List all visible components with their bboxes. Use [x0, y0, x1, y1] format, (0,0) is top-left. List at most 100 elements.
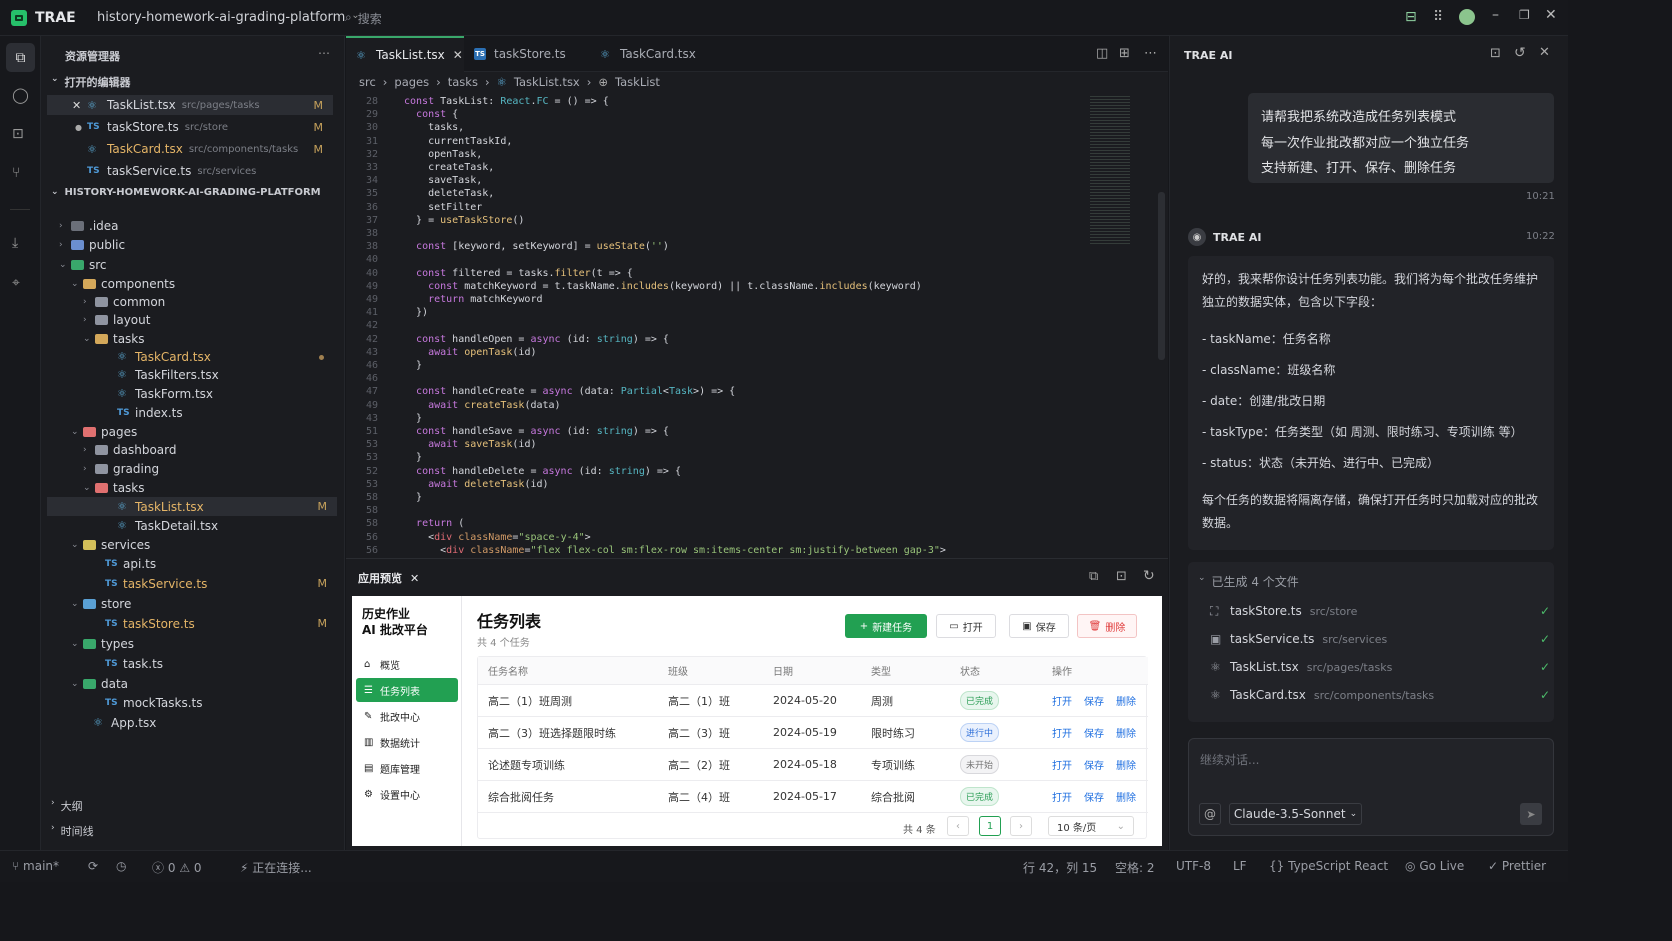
open-button[interactable]: ▭ 打开 — [936, 614, 996, 638]
breadcrumb-item[interactable]: TaskList.tsx — [514, 75, 580, 89]
minimap[interactable] — [1090, 94, 1152, 244]
tab-taskstore[interactable]: TS taskStore.ts — [474, 36, 592, 72]
fullscreen-icon[interactable]: ⊡ — [1116, 569, 1127, 584]
open-editor-item[interactable]: TS taskService.ts src/services — [47, 161, 333, 181]
open-external-icon[interactable]: ⧉ — [1089, 569, 1098, 584]
close-panel-icon[interactable]: ✕ — [1539, 45, 1550, 60]
timeline-section[interactable]: › 时间线 — [51, 823, 94, 839]
explorer-more-icon[interactable]: ⋯ — [318, 46, 330, 60]
app-nav-item[interactable]: ▤ 题库管理 — [356, 756, 458, 780]
file-item[interactable]: ⚛ TaskFilters.tsx — [47, 365, 337, 384]
app-nav-item[interactable]: ✎ 批改中心 — [356, 704, 458, 728]
file-item[interactable]: TS task.ts — [47, 654, 337, 673]
folder-item[interactable]: › .idea — [47, 216, 337, 235]
line-ending[interactable]: LF — [1233, 859, 1247, 873]
row-delete-link[interactable]: 删除 — [1116, 757, 1136, 772]
row-delete-link[interactable]: 删除 — [1116, 693, 1136, 708]
folder-item[interactable]: ⌄ tasks — [47, 329, 337, 348]
row-open-link[interactable]: 打开 — [1052, 725, 1072, 740]
extensions-activity-icon[interactable]: ⊡ — [12, 126, 24, 142]
folder-item[interactable]: ⌄ tasks — [47, 478, 337, 497]
open-editor-item[interactable]: ● TS taskStore.ts src/store M — [47, 117, 333, 137]
download-activity-icon[interactable]: ⤓ — [12, 235, 18, 251]
account-activity-icon[interactable]: ◯ — [12, 86, 29, 104]
close-icon[interactable]: ✕ — [410, 572, 419, 585]
close-icon[interactable]: ✕ — [72, 99, 81, 112]
row-open-link[interactable]: 打开 — [1052, 693, 1072, 708]
mention-button[interactable]: @ — [1199, 803, 1221, 825]
row-open-link[interactable]: 打开 — [1052, 789, 1072, 804]
cursor-position[interactable]: 行 42，列 15 — [1023, 859, 1097, 876]
tab-taskcard[interactable]: ⚛ TaskCard.tsx — [600, 36, 718, 72]
folder-item[interactable]: ⌄ store — [47, 594, 337, 613]
page-size-select[interactable]: 10 条/页 ⌄ — [1048, 816, 1134, 836]
preview-tab[interactable]: 应用预览 ✕ — [352, 567, 425, 589]
explorer-activity-icon[interactable]: ⧉ — [6, 43, 35, 72]
encoding[interactable]: UTF-8 — [1176, 859, 1211, 873]
file-item[interactable]: ⚛ TaskCard.tsx — [47, 347, 337, 366]
clock-icon[interactable]: ◷ — [116, 859, 126, 873]
folder-item[interactable]: ⌄ components — [47, 274, 337, 293]
folder-item[interactable]: ⌄ services — [47, 535, 337, 554]
send-button[interactable]: ➤ — [1520, 803, 1542, 825]
refresh-icon[interactable]: ↻ — [1143, 568, 1155, 584]
chat-input[interactable]: 继续对话... — [1200, 751, 1259, 768]
model-select[interactable]: Claude-3.5-Sonnet ⌄ — [1229, 803, 1362, 825]
connection-status[interactable]: ⚡ 正在连接... — [240, 859, 312, 876]
breadcrumb-item[interactable]: TaskList — [615, 75, 660, 89]
new-chat-icon[interactable]: ⊡ — [1490, 46, 1501, 61]
generated-file-item[interactable]: ⚛ TaskList.tsx src/pages/tasks ✓ — [1210, 656, 1550, 678]
open-editor-item[interactable]: ⚛ TaskCard.tsx src/components/tasks M — [47, 139, 333, 159]
delete-button[interactable]: 🗑 删除 — [1077, 614, 1137, 638]
problems-indicator[interactable]: ⓧ 0 ⚠ 0 — [152, 859, 202, 876]
generated-file-item[interactable]: ▣ taskService.ts src/services ✓ — [1210, 628, 1550, 650]
folder-item[interactable]: ⌄ types — [47, 634, 337, 653]
prettier-button[interactable]: ✓ Prettier — [1488, 859, 1546, 873]
breadcrumb-item[interactable]: pages — [394, 75, 429, 89]
maximize-icon[interactable]: ❐ — [1519, 8, 1530, 22]
breadcrumb-item[interactable]: src — [359, 75, 376, 89]
open-editors-header[interactable]: ⌄ 打开的编辑器 — [51, 74, 131, 90]
folder-item[interactable]: › dashboard — [47, 440, 337, 459]
file-item[interactable]: TS taskStore.ts M — [47, 614, 337, 633]
generated-header[interactable]: ⌄ 已生成 4 个文件 — [1198, 573, 1299, 590]
row-save-link[interactable]: 保存 — [1084, 693, 1104, 708]
folder-item[interactable]: › public — [47, 235, 337, 254]
source-control-activity-icon[interactable]: ⑂ — [12, 165, 20, 181]
indentation[interactable]: 空格: 2 — [1115, 859, 1155, 876]
editor-more-icon[interactable]: ⋯ — [1144, 46, 1157, 61]
app-nav-item[interactable]: ☰ 任务列表 — [356, 678, 458, 702]
go-live-button[interactable]: ◎ Go Live — [1405, 859, 1464, 873]
app-nav-item[interactable]: ▥ 数据统计 — [356, 730, 458, 754]
layout-icon[interactable]: ⠿ — [1433, 9, 1443, 25]
breadcrumb-item[interactable]: tasks — [448, 75, 478, 89]
avatar[interactable] — [1459, 9, 1475, 25]
global-search[interactable]: ⌕ 搜索 — [345, 10, 382, 27]
save-button[interactable]: ▣ 保存 — [1009, 614, 1069, 638]
folder-item[interactable]: ⌄ src — [47, 255, 337, 274]
folder-item[interactable]: › layout — [47, 310, 337, 329]
file-item[interactable]: ⚛ TaskDetail.tsx — [47, 516, 337, 535]
history-icon[interactable]: ↺ — [1514, 45, 1526, 61]
file-item[interactable]: TS index.ts — [47, 403, 337, 422]
project-switcher[interactable]: history-homework-ai-grading-platform ⌄ — [97, 10, 360, 25]
code-area[interactable]: 28 const TaskList: React.FC = () => {29 c… — [346, 95, 1086, 555]
row-open-link[interactable]: 打开 — [1052, 757, 1072, 772]
table-row[interactable]: 高二（1）班周测 高二（1）班 2024-05-20 周测 已完成 打开 保存 删除 — [478, 685, 1148, 717]
minimize-icon[interactable]: – — [1492, 7, 1499, 23]
row-save-link[interactable]: 保存 — [1084, 757, 1104, 772]
folder-item[interactable]: › grading — [47, 459, 337, 478]
editor-scrollbar[interactable] — [1158, 192, 1165, 360]
outline-section[interactable]: › 大纲 — [51, 798, 83, 814]
branch-indicator[interactable]: ⑂ main* — [12, 859, 59, 873]
generated-file-item[interactable]: ⛶ taskStore.ts src/store ✓ — [1210, 600, 1550, 622]
close-window-icon[interactable]: ✕ — [1545, 7, 1557, 23]
file-item[interactable]: ⚛ TaskForm.tsx — [47, 384, 337, 403]
remote-activity-icon[interactable]: ⌖ — [12, 275, 20, 291]
file-item[interactable]: TS mockTasks.ts — [47, 693, 337, 712]
file-item[interactable]: TS api.ts — [47, 554, 337, 573]
app-nav-item[interactable]: ⚙ 设置中心 — [356, 782, 458, 806]
project-header[interactable]: ⌄ HISTORY-HOMEWORK-AI-GRADING-PLATFORM — [51, 187, 321, 198]
sync-icon[interactable]: ⟳ — [88, 859, 98, 873]
row-delete-link[interactable]: 删除 — [1116, 725, 1136, 740]
